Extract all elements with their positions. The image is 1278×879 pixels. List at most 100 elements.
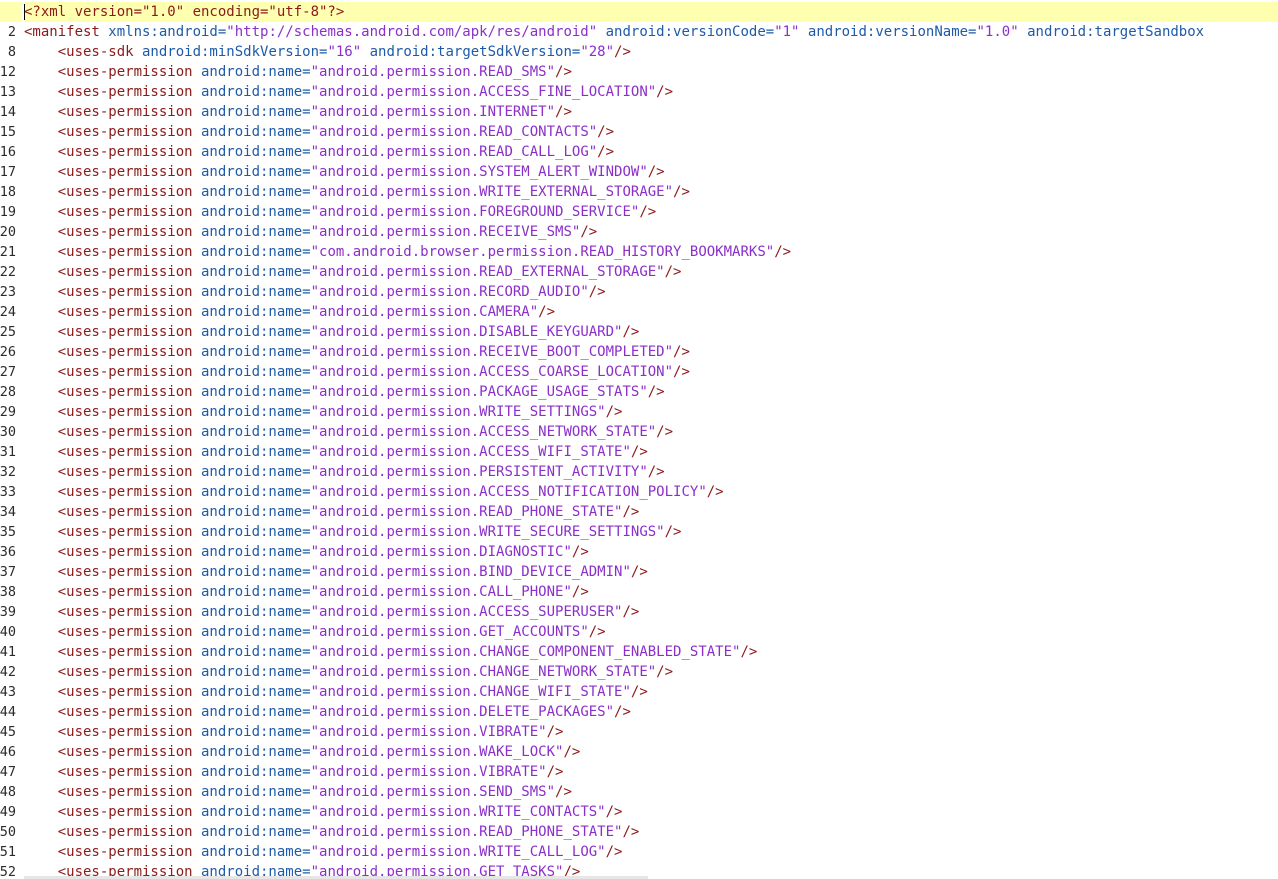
tag-end: />	[647, 464, 665, 480]
line-number: 24	[0, 304, 16, 320]
attr-name: android:name=	[192, 604, 311, 620]
uses-permission-tag: <uses-permission	[57, 604, 193, 620]
code-line-uses-permission[interactable]: <uses-permission android:name="android.p…	[24, 762, 1278, 782]
line-number: 50	[0, 824, 16, 840]
uses-permission-tag: <uses-permission	[57, 284, 193, 300]
attr-name: android:name=	[192, 384, 311, 400]
code-line-uses-permission[interactable]: <uses-permission android:name="android.p…	[24, 322, 1278, 342]
line-number: 16	[0, 144, 16, 160]
line-number: 37	[0, 564, 16, 580]
code-line-uses-permission[interactable]: <uses-permission android:name="android.p…	[24, 222, 1278, 242]
attr-value: "1.0"	[976, 24, 1019, 40]
permission-value: "android.permission.SYSTEM_ALERT_WINDOW"	[310, 164, 648, 180]
code-line-uses-permission[interactable]: <uses-permission android:name="android.p…	[24, 102, 1278, 122]
code-line-uses-permission[interactable]: <uses-permission android:name="android.p…	[24, 302, 1278, 322]
permission-value: "android.permission.SEND_SMS"	[310, 784, 556, 800]
code-line-uses-permission[interactable]: <uses-permission android:name="android.p…	[24, 722, 1278, 742]
code-line-uses-permission[interactable]: <uses-permission android:name="android.p…	[24, 162, 1278, 182]
tag-end: />	[664, 264, 682, 280]
permission-value: "android.permission.ACCESS_FINE_LOCATION…	[310, 84, 657, 100]
code-line-uses-permission[interactable]: <uses-permission android:name="android.p…	[24, 422, 1278, 442]
code-line-uses-permission[interactable]: <uses-permission android:name="android.p…	[24, 282, 1278, 302]
line-number: 49	[0, 804, 16, 820]
permission-value: "android.permission.READ_CALL_LOG"	[310, 144, 598, 160]
code-line-uses-permission[interactable]: <uses-permission android:name="android.p…	[24, 462, 1278, 482]
line-number: 45	[0, 724, 16, 740]
line-number: 35	[0, 524, 16, 540]
uses-permission-tag: <uses-permission	[57, 484, 193, 500]
tag-end: />	[614, 44, 631, 60]
code-line-uses-permission[interactable]: <uses-permission android:name="android.p…	[24, 402, 1278, 422]
tag-end: />	[538, 304, 556, 320]
code-line-uses-permission[interactable]: <uses-permission android:name="android.p…	[24, 742, 1278, 762]
code-line-uses-permission[interactable]: <uses-permission android:name="android.p…	[24, 502, 1278, 522]
attr-name: android:name=	[192, 264, 311, 280]
code-line-uses-permission[interactable]: <uses-permission android:name="android.p…	[24, 842, 1278, 862]
code-line-uses-permission[interactable]: <uses-permission android:name="android.p…	[24, 442, 1278, 462]
permission-value: "android.permission.WAKE_LOCK"	[310, 744, 564, 760]
code-editor[interactable]: 2 8 12 13 14 15 16 17 18 19 20 21 22 23 24 25 26 27 28 29…	[0, 0, 1278, 879]
attr-value: "16"	[327, 44, 362, 60]
permission-value: "android.permission.READ_PHONE_STATE"	[310, 824, 623, 840]
code-line-uses-permission[interactable]: <uses-permission android:name="android.p…	[24, 562, 1278, 582]
permission-value: "android.permission.FOREGROUND_SERVICE"	[310, 204, 640, 220]
attr-name: android:name=	[192, 244, 311, 260]
uses-permission-tag: <uses-permission	[57, 504, 193, 520]
code-line-uses-permission[interactable]: <uses-permission android:name="android.p…	[24, 602, 1278, 622]
tag-end: />	[546, 764, 564, 780]
attr-name: android:name=	[192, 804, 311, 820]
code-line-uses-permission[interactable]: <uses-permission android:name="android.p…	[24, 262, 1278, 282]
manifest-tag: <manifest	[24, 24, 100, 40]
line-number: 31	[0, 444, 16, 460]
code-text-area[interactable]: <?xml version="1.0" encoding="utf-8"?> <…	[24, 2, 1278, 879]
code-line-uses-permission[interactable]: <uses-permission android:name="android.p…	[24, 62, 1278, 82]
code-line-uses-permission[interactable]: <uses-permission android:name="android.p…	[24, 822, 1278, 842]
code-line-uses-permission[interactable]: <uses-permission android:name="android.p…	[24, 482, 1278, 502]
code-line-uses-permission[interactable]: <uses-permission android:name="android.p…	[24, 582, 1278, 602]
code-line-uses-sdk[interactable]: <uses-sdk android:minSdkVersion="16" and…	[24, 42, 1278, 62]
permission-lines: <uses-permission android:name="android.p…	[24, 62, 1278, 879]
code-line-uses-permission[interactable]: <uses-permission android:name="android.p…	[24, 342, 1278, 362]
tag-end: />	[622, 604, 640, 620]
code-line-uses-permission[interactable]: <uses-permission android:name="android.p…	[24, 802, 1278, 822]
attr-name: android:name=	[192, 284, 311, 300]
code-line-uses-permission[interactable]: <uses-permission android:name="android.p…	[24, 122, 1278, 142]
line-number: 14	[0, 104, 16, 120]
code-line-uses-permission[interactable]: <uses-permission android:name="android.p…	[24, 702, 1278, 722]
code-line-uses-permission[interactable]: <uses-permission android:name="android.p…	[24, 622, 1278, 642]
code-line-uses-permission[interactable]: <uses-permission android:name="android.p…	[24, 182, 1278, 202]
uses-permission-tag: <uses-permission	[57, 184, 193, 200]
attr-name: xmlns:android=	[99, 24, 227, 40]
attr-name: android:targetSdkVersion=	[361, 44, 581, 60]
code-line-manifest[interactable]: <manifest xmlns:android="http://schemas.…	[24, 22, 1278, 42]
code-line-uses-permission[interactable]: <uses-permission android:name="android.p…	[24, 82, 1278, 102]
code-line-uses-permission[interactable]: <uses-permission android:name="android.p…	[24, 782, 1278, 802]
code-line-uses-permission[interactable]: <uses-permission android:name="com.andro…	[24, 242, 1278, 262]
code-line-uses-permission[interactable]: <uses-permission android:name="android.p…	[24, 522, 1278, 542]
tag-end: />	[555, 104, 572, 120]
line-number: 15	[0, 124, 16, 140]
attr-value: "28"	[580, 44, 615, 60]
attr-name: android:name=	[192, 164, 311, 180]
code-line-uses-permission[interactable]: <uses-permission android:name="android.p…	[24, 662, 1278, 682]
line-number: 40	[0, 624, 16, 640]
tag-end: />	[588, 284, 606, 300]
code-line-uses-permission[interactable]: <uses-permission android:name="android.p…	[24, 362, 1278, 382]
uses-permission-tag: <uses-permission	[57, 684, 193, 700]
tag-end: />	[580, 224, 598, 240]
code-line-xml-declaration[interactable]: <?xml version="1.0" encoding="utf-8"?>	[24, 2, 1278, 22]
code-line-uses-permission[interactable]: <uses-permission android:name="android.p…	[24, 542, 1278, 562]
code-line-uses-permission[interactable]: <uses-permission android:name="android.p…	[24, 382, 1278, 402]
line-number: 19	[0, 204, 16, 220]
code-line-uses-permission[interactable]: <uses-permission android:name="android.p…	[24, 682, 1278, 702]
uses-permission-tag: <uses-permission	[57, 584, 193, 600]
tag-end: />	[647, 164, 665, 180]
line-number: 21	[0, 244, 16, 260]
code-line-uses-permission[interactable]: <uses-permission android:name="android.p…	[24, 642, 1278, 662]
permission-value: "android.permission.RECEIVE_SMS"	[310, 224, 581, 240]
attr-name: android:name=	[192, 744, 311, 760]
tag-end: />	[656, 424, 674, 440]
code-line-uses-permission[interactable]: <uses-permission android:name="android.p…	[24, 142, 1278, 162]
line-number: 29	[0, 404, 16, 420]
code-line-uses-permission[interactable]: <uses-permission android:name="android.p…	[24, 202, 1278, 222]
